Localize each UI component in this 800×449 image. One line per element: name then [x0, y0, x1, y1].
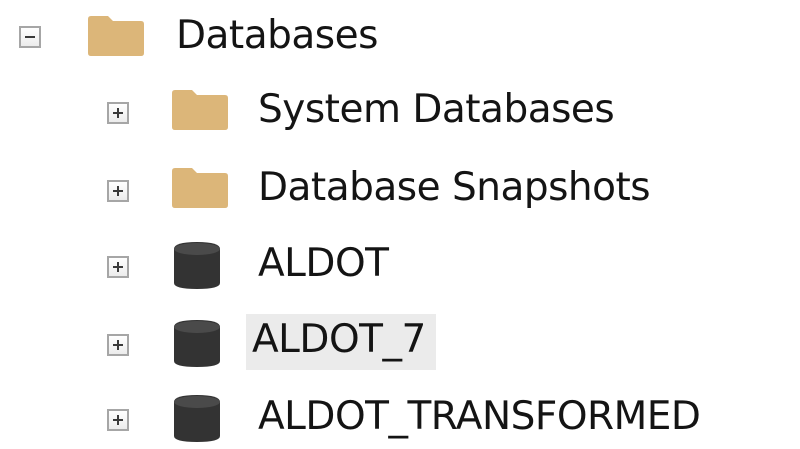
tree-node-database-aldot-transformed[interactable]: ALDOT_TRANSFORMED	[0, 385, 800, 449]
expand-toggle[interactable]	[107, 334, 129, 356]
database-icon	[174, 242, 220, 289]
tree-node-label: System Databases	[258, 87, 615, 132]
object-explorer-tree: Databases System Databases Database Snap…	[0, 0, 800, 449]
folder-icon	[172, 168, 228, 208]
tree-node-label: Database Snapshots	[258, 165, 651, 210]
tree-node-databases[interactable]: Databases	[0, 4, 420, 68]
tree-node-label: ALDOT_7	[246, 314, 436, 370]
tree-node-label: Databases	[176, 13, 378, 58]
expand-toggle[interactable]	[107, 409, 129, 431]
expand-toggle[interactable]	[107, 180, 129, 202]
tree-node-label: ALDOT_TRANSFORMED	[258, 394, 701, 439]
tree-node-label: ALDOT	[258, 241, 389, 286]
collapse-toggle[interactable]	[19, 26, 41, 48]
tree-node-system-databases[interactable]: System Databases	[0, 78, 680, 142]
folder-icon	[88, 16, 144, 56]
tree-node-database-snapshots[interactable]: Database Snapshots	[0, 156, 730, 220]
expand-toggle[interactable]	[107, 256, 129, 278]
database-icon	[174, 320, 220, 367]
tree-node-database-aldot[interactable]: ALDOT	[0, 232, 430, 296]
database-icon	[174, 395, 220, 442]
expand-toggle[interactable]	[107, 102, 129, 124]
folder-icon	[172, 90, 228, 130]
tree-node-database-aldot-7[interactable]: ALDOT_7	[0, 310, 480, 374]
